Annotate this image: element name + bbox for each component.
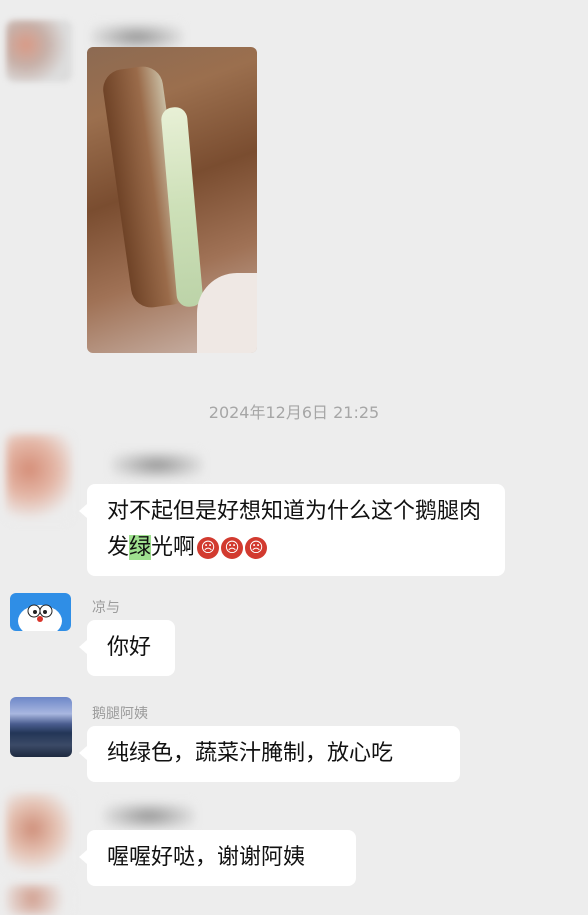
penguin-face-emoji-icon: ☹ — [197, 537, 220, 559]
message-bubble[interactable]: 喔喔好哒，谢谢阿姨 — [79, 830, 356, 886]
sender-name-blurred — [112, 452, 202, 478]
avatar[interactable] — [6, 20, 72, 82]
image-message[interactable] — [87, 47, 257, 353]
sender-name: 凉与 — [92, 600, 120, 616]
sender-name-blurred — [104, 803, 194, 829]
avatar-lake[interactable] — [10, 697, 72, 757]
sender-name: 鹅腿阿姨 — [92, 706, 148, 722]
message-timestamp: 2024年12月6日 21:25 — [208, 403, 380, 422]
avatar[interactable] — [6, 885, 72, 915]
message-text: 纯绿色，蔬菜汁腌制，放心吃 — [107, 741, 394, 766]
message-text: 光啊 — [151, 535, 196, 560]
penguin-face-emoji-icon: ☹ — [245, 537, 268, 559]
doraemon-icon — [18, 604, 62, 631]
message-bubble[interactable]: 纯绿色，蔬菜汁腌制，放心吃 — [79, 726, 460, 782]
goose-leg-photo-plate — [197, 273, 257, 353]
message-text: 喔喔好哒，谢谢阿姨 — [107, 845, 306, 870]
avatar[interactable] — [6, 793, 72, 873]
penguin-face-emoji-icon: ☹ — [221, 537, 244, 559]
avatar[interactable] — [6, 434, 72, 522]
message-text: 你好 — [107, 635, 152, 660]
highlighted-text: 绿 — [129, 535, 152, 560]
avatar-doraemon[interactable] — [10, 593, 71, 631]
message-bubble[interactable]: 对不起但是好想知道为什么这个鹅腿肉发绿光啊 ☹ ☹ ☹ — [79, 484, 505, 576]
message-bubble[interactable]: 你好 — [79, 620, 175, 676]
